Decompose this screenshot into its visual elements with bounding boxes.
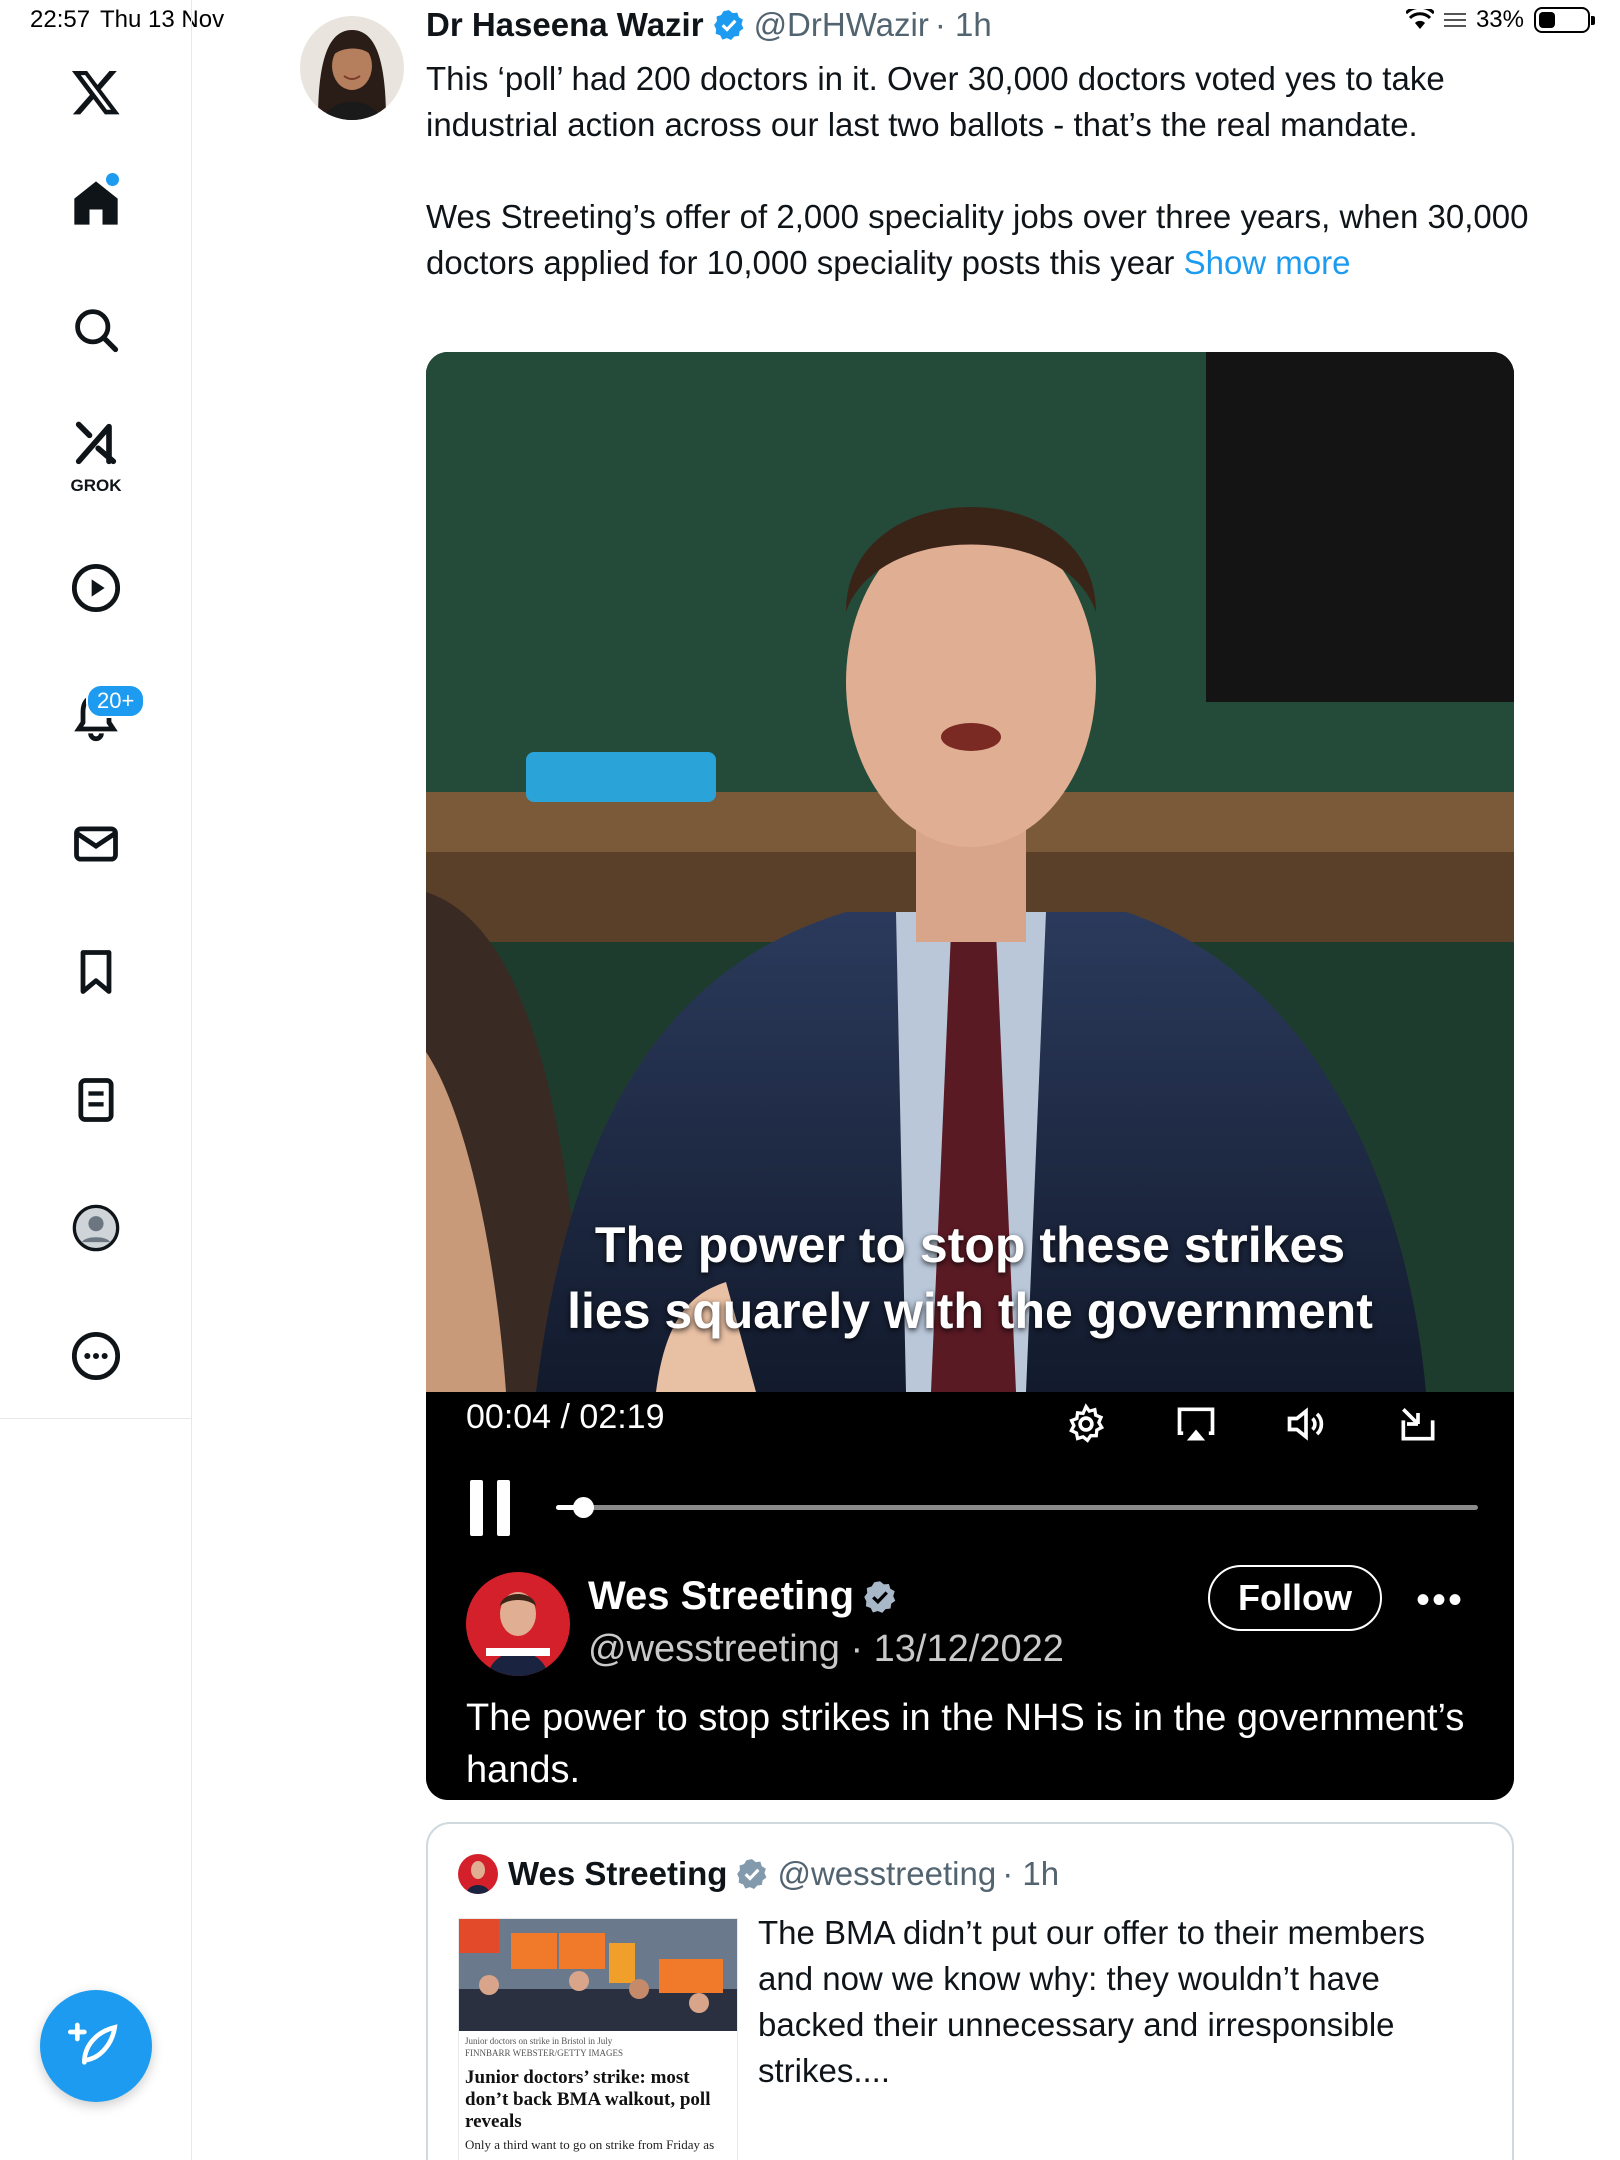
grok-icon[interactable]: [56, 404, 136, 484]
more-icon[interactable]: [56, 1316, 136, 1396]
home-icon[interactable]: [56, 163, 136, 243]
quoted-verified-icon: [737, 1859, 767, 1890]
article-photo: [459, 1919, 737, 2031]
show-more-link[interactable]: Show more: [1184, 244, 1351, 281]
quoted-author-name[interactable]: Wes Streeting: [508, 1855, 727, 1893]
grok-label: GROK: [70, 476, 122, 495]
pause-bar-left: [470, 1480, 483, 1536]
menu-lines-icon: [1443, 13, 1466, 27]
home-unread-dot: [106, 173, 119, 186]
embedded-more-icon[interactable]: •••: [1416, 1578, 1464, 1623]
messages-icon[interactable]: [56, 804, 136, 884]
post-paragraph-1: This ‘poll’ had 200 doctors in it. Over …: [426, 60, 1445, 143]
battery-fill: [1539, 12, 1555, 28]
quoted-author-avatar[interactable]: [458, 1854, 498, 1894]
verified-badge-icon: [713, 10, 744, 41]
embedded-author-avatar[interactable]: [466, 1572, 570, 1676]
embedded-author-handle: @wesstreeting · 13/12/2022: [588, 1628, 1064, 1670]
post-text: This ‘poll’ had 200 doctors in it. Over …: [426, 56, 1536, 332]
video-time-readout: 00:04 / 02:19: [466, 1398, 665, 1436]
pause-bar-right: [497, 1480, 510, 1536]
airplay-icon[interactable]: [1168, 1396, 1224, 1452]
embedded-author-row: Wes Streeting: [588, 1574, 898, 1619]
battery-tip: [1591, 16, 1595, 25]
video-controls: 00:04 / 02:19 Wes Streeting @wesstreetin…: [426, 1392, 1514, 1800]
video-caption-line-2: lies squarely with the government: [567, 1283, 1373, 1339]
article-photo-caption: Junior doctors on strike in Bristol in J…: [465, 2036, 613, 2046]
article-photo-source: FINNBARR WEBSTER/GETTY IMAGES: [465, 2048, 624, 2058]
quoted-article-thumbnail[interactable]: Junior doctors on strike in Bristol in J…: [458, 1918, 738, 2160]
post-paragraph-2-text: Wes Streeting’s offer of 2,000 specialit…: [426, 198, 1529, 281]
follow-button[interactable]: Follow: [1208, 1565, 1382, 1631]
status-right: 33%: [1405, 6, 1595, 34]
pause-button[interactable]: [466, 1480, 514, 1536]
quoted-post-time: · 1h: [1002, 1855, 1060, 1892]
bookmarks-icon[interactable]: [56, 932, 136, 1012]
video-progress-knob[interactable]: [572, 1497, 594, 1518]
article-subheadline: Only a third want to go on strike from F…: [465, 2137, 715, 2152]
sidebar-divider: [0, 1418, 192, 1419]
compose-icon: [68, 2022, 118, 2065]
x-logo-icon[interactable]: [56, 52, 136, 132]
battery-percent: 33%: [1475, 6, 1524, 33]
post-paragraph-2: Wes Streeting’s offer of 2,000 specialit…: [426, 194, 1536, 286]
quoted-post-text: The BMA didn’t put our offer to their me…: [758, 1914, 1426, 2089]
compose-button[interactable]: [40, 1990, 152, 2102]
embedded-author-name[interactable]: Wes Streeting: [588, 1574, 854, 1619]
lists-icon[interactable]: [56, 1060, 136, 1140]
author-name[interactable]: Dr Haseena Wazir: [426, 6, 704, 44]
embedded-verified-icon: [864, 1580, 896, 1613]
author-avatar[interactable]: [300, 16, 404, 120]
wifi-icon: [1405, 9, 1434, 29]
video-player[interactable]: The power to stop these strikes lies squ…: [426, 352, 1514, 1800]
embedded-post-text: The power to stop strikes in the NHS is …: [466, 1697, 1465, 1791]
battery-icon: [1534, 7, 1595, 33]
article-photo-credit: Junior doctors on strike in Bristol in J…: [465, 2035, 623, 2059]
profile-icon[interactable]: [56, 1188, 136, 1268]
quoted-author-handle[interactable]: @wesstreeting: [777, 1855, 996, 1893]
video-caption: The power to stop these strikes lies squ…: [426, 1212, 1514, 1344]
video-progress-track[interactable]: [556, 1497, 1478, 1518]
minimize-icon[interactable]: [1390, 1396, 1446, 1452]
sidebar: GROK 20+: [0, 0, 192, 2160]
author-handle[interactable]: @DrHWazir: [754, 6, 929, 44]
video-icon[interactable]: [56, 548, 136, 628]
volume-icon[interactable]: [1278, 1396, 1334, 1452]
video-caption-line-1: The power to stop these strikes: [594, 1217, 1346, 1273]
notifications-badge: 20+: [86, 684, 146, 718]
quoted-post[interactable]: Wes Streeting @wesstreeting · 1h Junior …: [426, 1822, 1514, 2160]
quoted-post-header: Wes Streeting @wesstreeting · 1h: [458, 1854, 1059, 1894]
post-author-row: Dr Haseena Wazir @DrHWazir · 1h: [426, 6, 992, 44]
post-time[interactable]: · 1h: [935, 6, 992, 44]
search-icon[interactable]: [56, 290, 136, 370]
article-headline: Junior doctors’ strike: most don’t back …: [465, 2067, 711, 2132]
settings-icon[interactable]: [1058, 1396, 1114, 1452]
